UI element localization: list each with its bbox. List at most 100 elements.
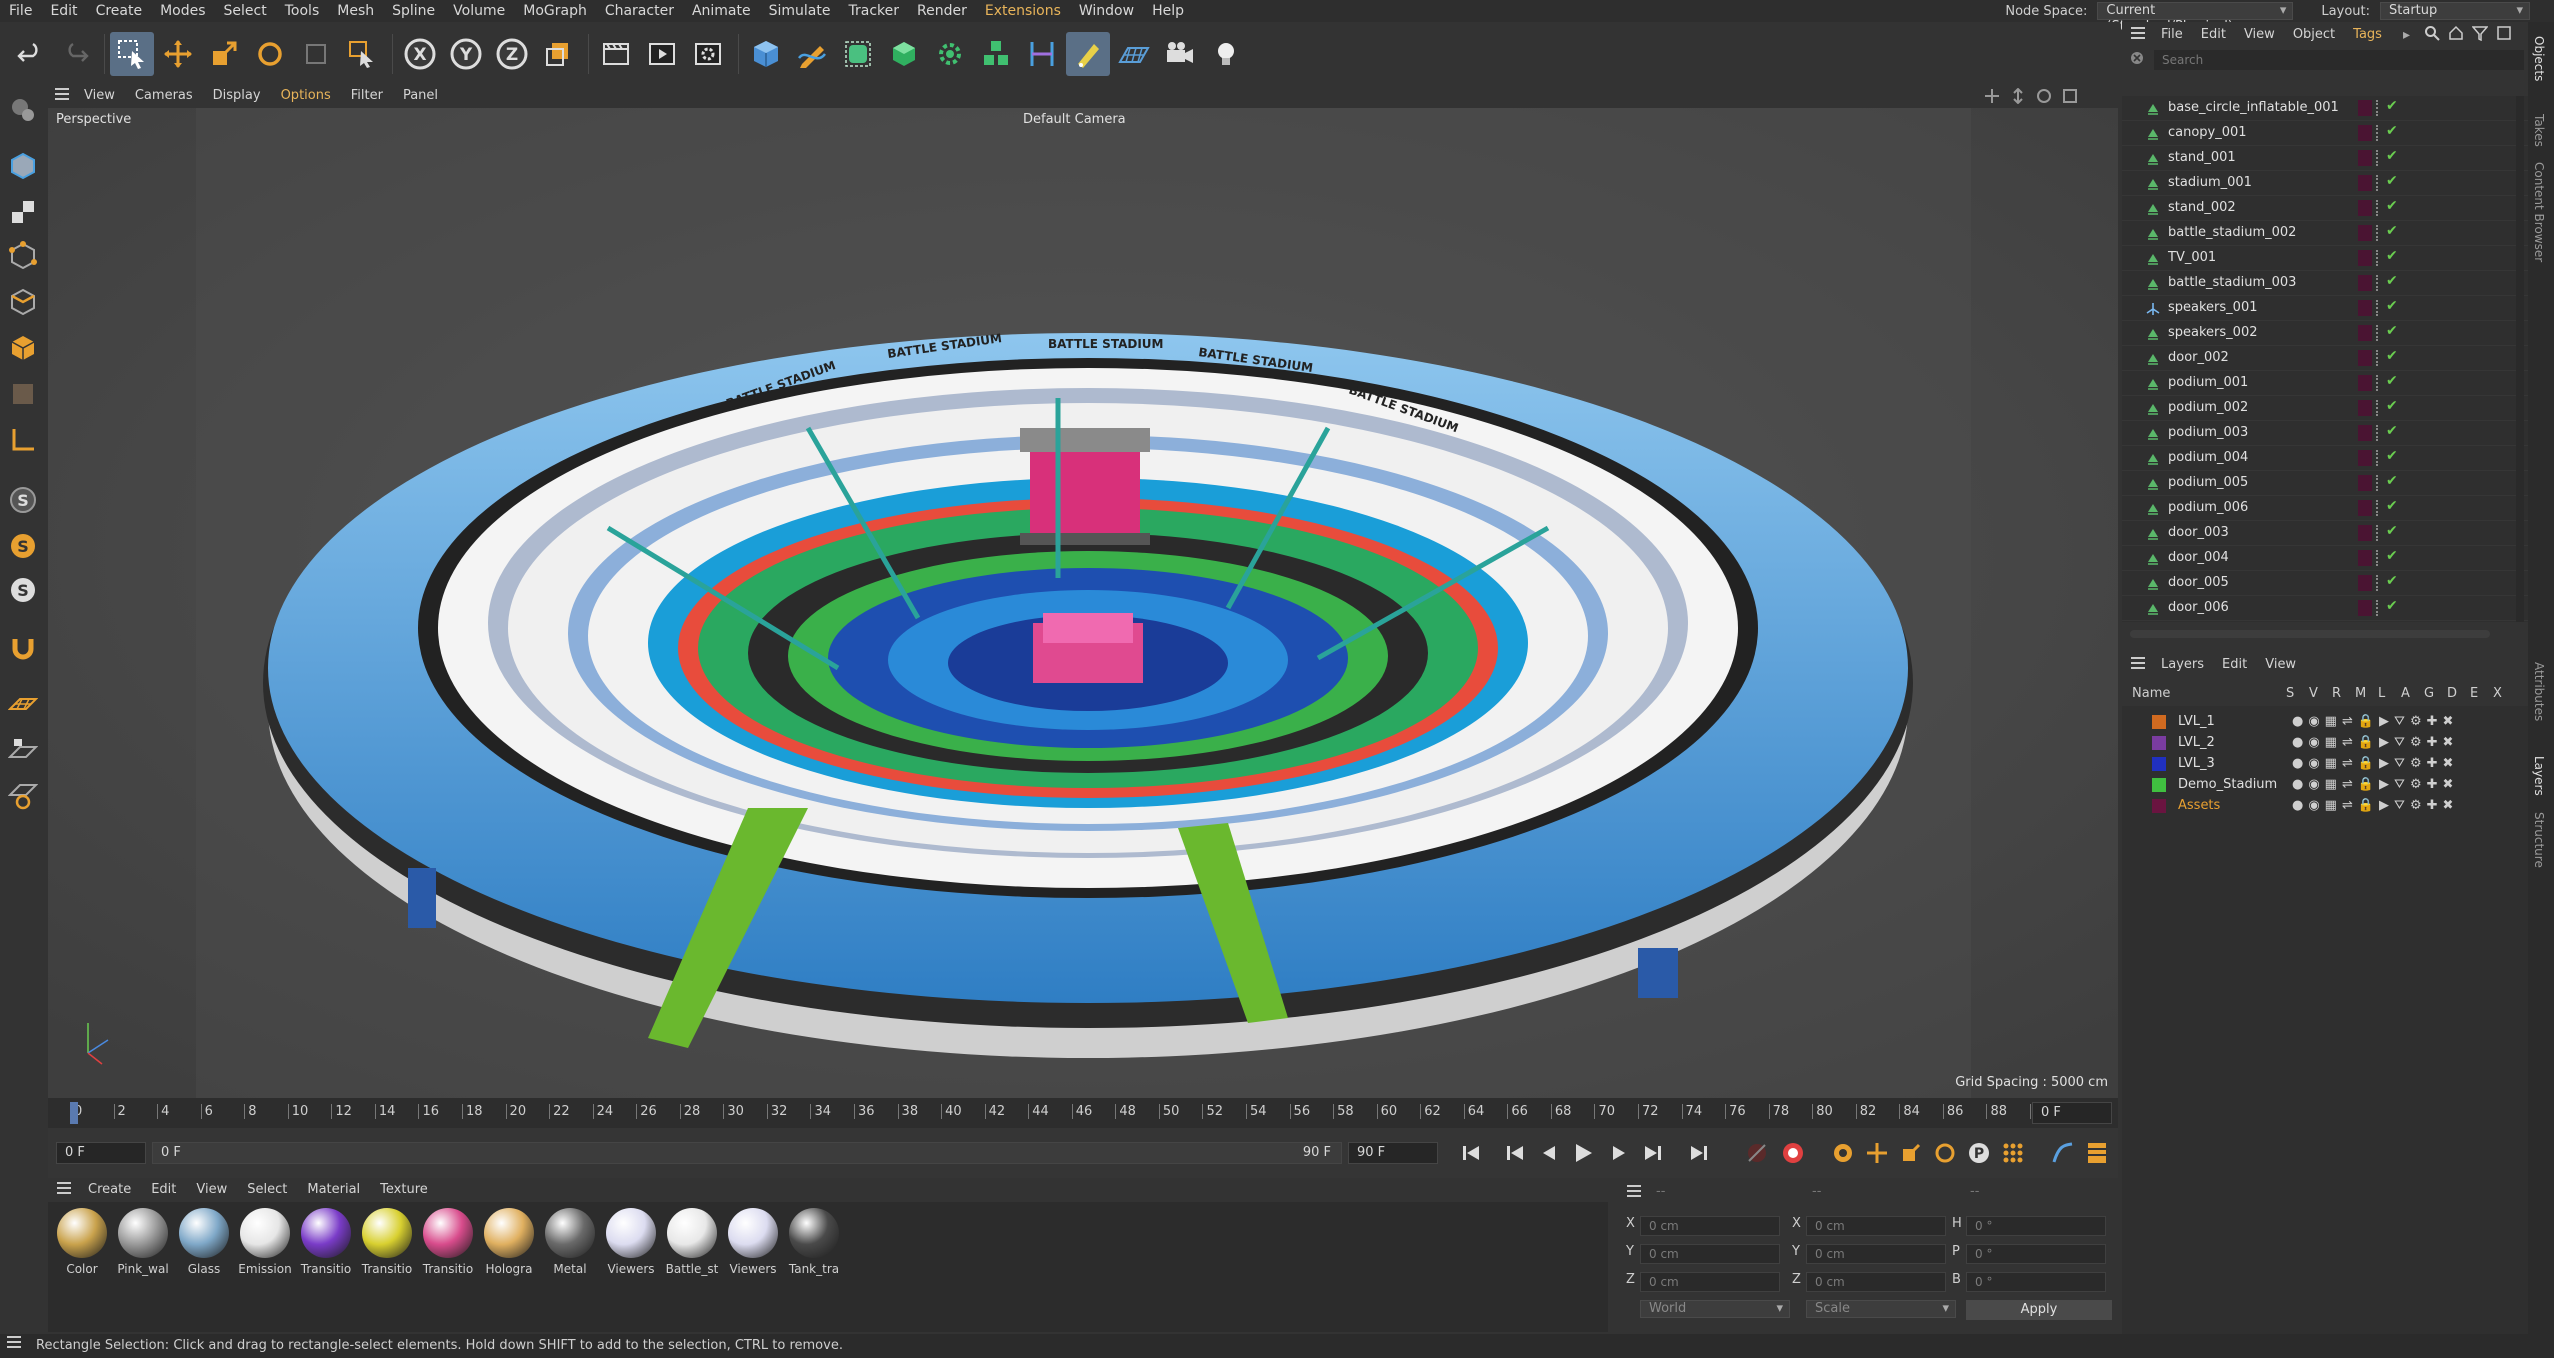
menu-animate[interactable]: Animate <box>683 0 760 22</box>
object-row[interactable]: stand_002 ✔ <box>2122 196 2528 221</box>
material-swatch[interactable]: Viewers <box>725 1208 781 1276</box>
enabled-check-icon[interactable]: ✔ <box>2386 148 2398 164</box>
material-menu-material[interactable]: Material <box>297 1178 370 1202</box>
pos-z-field[interactable]: 0 cm <box>1640 1272 1780 1292</box>
status-hamburger-icon[interactable] <box>6 1334 28 1358</box>
objmgr-home-icon[interactable] <box>2448 25 2464 45</box>
redo-icon[interactable] <box>54 32 98 76</box>
render-settings-icon[interactable] <box>686 32 730 76</box>
layer-color-swatch[interactable] <box>2358 600 2372 616</box>
rectangle-selection-icon[interactable] <box>110 32 154 76</box>
autokey-icon[interactable] <box>1828 1138 1858 1168</box>
visibility-dots-icon[interactable] <box>2376 325 2382 341</box>
enabled-check-icon[interactable]: ✔ <box>2386 523 2398 539</box>
objmgr-hamburger-icon[interactable] <box>2130 26 2152 44</box>
subdivision-surface-icon[interactable] <box>836 32 880 76</box>
enabled-check-icon[interactable]: ✔ <box>2386 123 2398 139</box>
object-row[interactable]: podium_004 ✔ <box>2122 446 2528 471</box>
enabled-check-icon[interactable]: ✔ <box>2386 173 2398 189</box>
layer-color-swatch[interactable] <box>2152 799 2166 813</box>
material-swatch[interactable]: Metal <box>542 1208 598 1276</box>
material-swatch[interactable]: Viewers <box>603 1208 659 1276</box>
coordinate-system-icon[interactable] <box>536 32 580 76</box>
material-swatch[interactable]: Tank_tra <box>786 1208 842 1276</box>
object-row[interactable]: podium_002 ✔ <box>2122 396 2528 421</box>
timeline-ruler[interactable]: 0 2 4 6 8 10 12 14 16 18 20 22 24 26 28 30 32 34 36 38 40 42 4… <box>48 1098 2118 1128</box>
object-row[interactable]: podium_005 ✔ <box>2122 471 2528 496</box>
node-space-dropdown[interactable]: Current (Standard/Physical) <box>2097 2 2294 34</box>
layer-row[interactable]: LVL_1 ●◉▦⇌🔒▶⛛⚙✚✖ <box>2122 712 2528 733</box>
material-swatch[interactable]: Glass <box>176 1208 232 1276</box>
extrude-icon[interactable] <box>882 32 926 76</box>
visibility-dots-icon[interactable] <box>2376 375 2382 391</box>
material-menu-create[interactable]: Create <box>78 1178 141 1202</box>
object-row[interactable]: podium_003 ✔ <box>2122 421 2528 446</box>
key-point-level-icon[interactable] <box>1998 1138 2028 1168</box>
object-row[interactable]: door_004 ✔ <box>2122 546 2528 571</box>
snap-settings-icon[interactable]: S <box>2 526 44 566</box>
objmgr-menu-edit[interactable]: Edit <box>2192 22 2235 48</box>
y-axis-lock-icon[interactable]: Y <box>444 32 488 76</box>
menu-mesh[interactable]: Mesh <box>328 0 383 22</box>
layer-color-swatch[interactable] <box>2152 778 2166 792</box>
light-icon[interactable] <box>1204 32 1248 76</box>
object-row[interactable]: door_005 ✔ <box>2122 571 2528 596</box>
menu-edit[interactable]: Edit <box>41 0 86 22</box>
enabled-check-icon[interactable]: ✔ <box>2386 473 2398 489</box>
enabled-check-icon[interactable]: ✔ <box>2386 248 2398 264</box>
cloner-icon[interactable] <box>928 32 972 76</box>
pan-icon[interactable] <box>1984 88 2000 108</box>
visibility-dots-icon[interactable] <box>2376 575 2382 591</box>
visibility-dots-icon[interactable] <box>2376 350 2382 366</box>
menu-create[interactable]: Create <box>87 0 152 22</box>
visibility-dots-icon[interactable] <box>2376 425 2382 441</box>
model-mode-icon[interactable] <box>2 146 44 186</box>
objmgr-menu-view[interactable]: View <box>2235 22 2284 48</box>
material-swatch[interactable]: Pink_wal <box>115 1208 171 1276</box>
layer-color-swatch[interactable] <box>2358 275 2372 291</box>
visibility-dots-icon[interactable] <box>2376 175 2382 191</box>
size-mode-dropdown[interactable]: Scale <box>1806 1300 1956 1318</box>
material-swatch[interactable]: Transitio <box>420 1208 476 1276</box>
key-scale-icon[interactable] <box>1896 1138 1926 1168</box>
visibility-dots-icon[interactable] <box>2376 550 2382 566</box>
tab-content-browser[interactable]: Content Browser <box>2532 162 2546 262</box>
visibility-dots-icon[interactable] <box>2376 450 2382 466</box>
viewport-menu-filter[interactable]: Filter <box>341 84 393 108</box>
layers-menu-layers[interactable]: Layers <box>2152 652 2213 678</box>
menu-character[interactable]: Character <box>596 0 683 22</box>
3d-viewport[interactable]: BATTLE STADIUM BATTLE STADIUM BATTLE STA… <box>48 108 2118 1098</box>
object-row[interactable]: stand_001 ✔ <box>2122 146 2528 171</box>
menu-simulate[interactable]: Simulate <box>760 0 840 22</box>
move-icon[interactable] <box>156 32 200 76</box>
enabled-check-icon[interactable]: ✔ <box>2386 273 2398 289</box>
visibility-dots-icon[interactable] <box>2376 500 2382 516</box>
make-editable-icon[interactable] <box>2 90 44 130</box>
object-row[interactable]: stadium_001 ✔ <box>2122 171 2528 196</box>
layers-menu-view[interactable]: View <box>2256 652 2305 678</box>
object-row[interactable]: base_circle_inflatable_001 ✔ <box>2122 96 2528 121</box>
layer-toggle-icons[interactable]: ●◉▦⇌🔒▶⛛⚙✚✖ <box>2292 798 2458 813</box>
visibility-dots-icon[interactable] <box>2376 525 2382 541</box>
viewport-menu-options[interactable]: Options <box>271 84 341 108</box>
pen-icon[interactable] <box>790 32 834 76</box>
axis-mode-icon[interactable] <box>2 420 44 460</box>
previous-frame-icon[interactable] <box>1534 1138 1564 1168</box>
object-row[interactable]: speakers_001 ✔ <box>2122 296 2528 321</box>
visibility-dots-icon[interactable] <box>2376 250 2382 266</box>
objmgr-search-input[interactable]: Search <box>2154 50 2524 70</box>
tab-attributes[interactable]: Attributes <box>2532 662 2546 721</box>
tab-takes[interactable]: Takes <box>2532 114 2546 147</box>
enabled-check-icon[interactable]: ✔ <box>2386 323 2398 339</box>
visibility-dots-icon[interactable] <box>2376 400 2382 416</box>
scale-icon[interactable] <box>202 32 246 76</box>
key-parameter-icon[interactable]: P <box>1964 1138 1994 1168</box>
object-row[interactable]: battle_stadium_002 ✔ <box>2122 221 2528 246</box>
pos-y-field[interactable]: 0 cm <box>1640 1244 1780 1264</box>
key-rotation-icon[interactable] <box>1930 1138 1960 1168</box>
layer-toggle-icons[interactable]: ●◉▦⇌🔒▶⛛⚙✚✖ <box>2292 714 2458 729</box>
enabled-check-icon[interactable]: ✔ <box>2386 598 2398 614</box>
rot-p-field[interactable]: 0 ° <box>1966 1244 2106 1264</box>
layer-color-swatch[interactable] <box>2152 736 2166 750</box>
play-icon[interactable] <box>1568 1138 1598 1168</box>
